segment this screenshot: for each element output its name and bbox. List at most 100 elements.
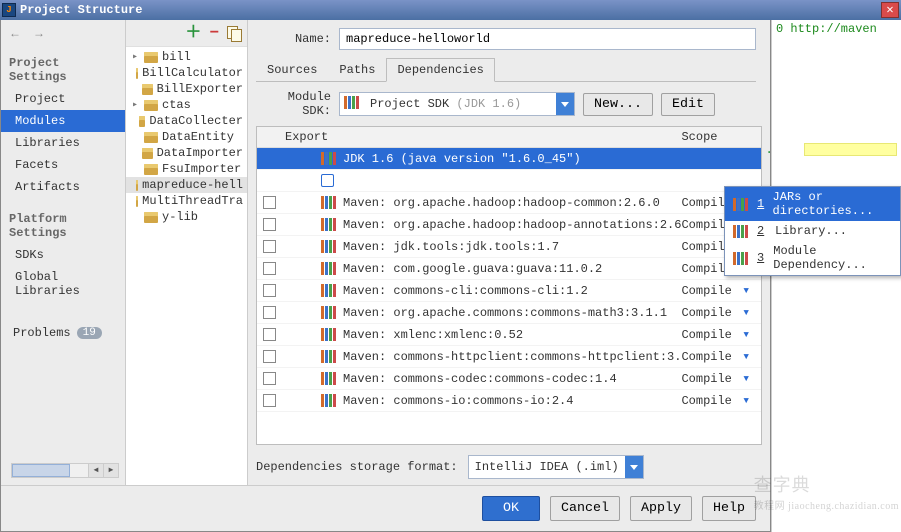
expand-icon[interactable]: ▸ bbox=[130, 99, 140, 111]
expand-icon[interactable]: ▸ bbox=[130, 51, 140, 63]
dependencies-table: Export Scope JDK 1.6 (java version "1.6.… bbox=[256, 126, 762, 445]
menu-item-library-[interactable]: 2Library... bbox=[725, 221, 900, 241]
module-BillExporter[interactable]: BillExporter bbox=[126, 81, 247, 97]
export-checkbox[interactable] bbox=[263, 196, 276, 209]
cancel-button[interactable]: Cancel bbox=[550, 496, 620, 521]
remove-module-icon[interactable]: − bbox=[209, 24, 219, 42]
nav-item-project[interactable]: Project bbox=[1, 88, 125, 110]
module-BillCalculator[interactable]: BillCalculator bbox=[126, 65, 247, 81]
scroll-right-icon[interactable]: ▸ bbox=[103, 464, 118, 477]
add-module-icon[interactable]: ＋ bbox=[185, 27, 201, 39]
edit-sdk-button[interactable]: Edit bbox=[661, 93, 715, 116]
leftnav-scrollbar[interactable]: ◂ ▸ bbox=[11, 463, 119, 478]
module-FsuImporter[interactable]: FsuImporter bbox=[126, 161, 247, 177]
library-icon bbox=[321, 196, 337, 209]
folder-icon bbox=[139, 116, 146, 127]
module-MultiThreadTra[interactable]: MultiThreadTra bbox=[126, 193, 247, 209]
export-checkbox[interactable] bbox=[263, 328, 276, 341]
back-icon[interactable]: ← bbox=[7, 26, 23, 42]
module-y-lib[interactable]: y-lib bbox=[126, 209, 247, 225]
chevron-down-icon[interactable] bbox=[556, 93, 574, 115]
new-sdk-button[interactable]: New... bbox=[583, 93, 653, 116]
export-checkbox[interactable] bbox=[263, 262, 276, 275]
table-row[interactable]: JDK 1.6 (java version "1.6.0_45") bbox=[257, 148, 761, 170]
module-bill[interactable]: ▸bill bbox=[126, 49, 247, 65]
module-DataCollecter[interactable]: DataCollecter bbox=[126, 113, 247, 129]
chevron-down-icon[interactable] bbox=[625, 456, 643, 478]
export-checkbox[interactable] bbox=[263, 372, 276, 385]
scroll-left-icon[interactable]: ◂ bbox=[88, 464, 103, 477]
table-row[interactable]: Maven: xmlenc:xmlenc:0.52Compile▼ bbox=[257, 324, 761, 346]
scrollbar-thumb[interactable] bbox=[12, 464, 70, 477]
nav-item-facets[interactable]: Facets bbox=[1, 154, 125, 176]
section-platform-settings: Platform Settings bbox=[1, 208, 125, 244]
table-row[interactable]: Maven: org.apache.hadoop:hadoop-common:2… bbox=[257, 192, 761, 214]
table-row[interactable]: Maven: commons-httpclient:commons-httpcl… bbox=[257, 346, 761, 368]
module-mapreduce-hell[interactable]: mapreduce-hell bbox=[126, 177, 247, 193]
help-button[interactable]: Help bbox=[702, 496, 756, 521]
library-icon bbox=[321, 306, 337, 319]
add-dependency-icon[interactable]: ＋ bbox=[766, 148, 770, 160]
url-panel: 0 http://maven bbox=[771, 20, 899, 532]
copy-module-icon[interactable] bbox=[227, 26, 241, 40]
library-icon bbox=[321, 328, 337, 341]
table-row[interactable]: Maven: commons-codec:commons-codec:1.4Co… bbox=[257, 368, 761, 390]
nav-item-sdks[interactable]: SDKs bbox=[1, 244, 125, 266]
nav-item-libraries[interactable]: Libraries bbox=[1, 132, 125, 154]
add-dependency-menu: 1JARs or directories...2Library...3Modul… bbox=[724, 186, 901, 276]
folder-icon bbox=[136, 196, 138, 207]
table-row[interactable]: Maven: commons-cli:commons-cli:1.2Compil… bbox=[257, 280, 761, 302]
folder-icon bbox=[144, 132, 158, 143]
module-sdk-combo[interactable]: Project SDK (JDK 1.6) bbox=[339, 92, 575, 116]
module-ctas[interactable]: ▸ctas bbox=[126, 97, 247, 113]
menu-item-jars-or-directories-[interactable]: 1JARs or directories... bbox=[725, 187, 900, 221]
folder-icon bbox=[144, 164, 158, 175]
folder-icon bbox=[144, 52, 158, 63]
export-checkbox[interactable] bbox=[263, 284, 276, 297]
tab-sources[interactable]: Sources bbox=[256, 58, 328, 81]
tab-paths[interactable]: Paths bbox=[328, 58, 386, 81]
tab-dependencies[interactable]: Dependencies bbox=[386, 58, 494, 82]
table-row[interactable] bbox=[257, 170, 761, 192]
folder-icon bbox=[144, 212, 158, 223]
export-checkbox[interactable] bbox=[263, 394, 276, 407]
table-row[interactable]: Maven: jdk.tools:jdk.tools:1.7Compile▼ bbox=[257, 236, 761, 258]
storage-format-combo[interactable]: IntelliJ IDEA (.iml) bbox=[468, 455, 644, 479]
table-row[interactable]: Maven: org.apache.hadoop:hadoop-annotati… bbox=[257, 214, 761, 236]
table-row[interactable]: Maven: org.apache.commons:commons-math3:… bbox=[257, 302, 761, 324]
folder-icon bbox=[136, 180, 138, 191]
table-row[interactable]: Maven: com.google.guava:guava:11.0.2Comp… bbox=[257, 258, 761, 280]
export-checkbox[interactable] bbox=[263, 218, 276, 231]
apply-button[interactable]: Apply bbox=[630, 496, 692, 521]
table-header: Export Scope bbox=[257, 127, 761, 148]
library-icon bbox=[321, 394, 337, 407]
titlebar: J Project Structure ✕ bbox=[0, 0, 901, 20]
problems-badge: 19 bbox=[77, 327, 102, 339]
storage-label: Dependencies storage format: bbox=[256, 460, 458, 474]
menu-item-module-dependency-[interactable]: 3Module Dependency... bbox=[725, 241, 900, 275]
dependency-actions: ＋ − ▲ ▼ ✎ bbox=[766, 126, 770, 445]
library-icon bbox=[321, 372, 337, 385]
col-scope[interactable]: Scope bbox=[681, 127, 743, 147]
highlight-bar bbox=[804, 143, 897, 156]
nav-item-modules[interactable]: Modules bbox=[1, 110, 125, 132]
export-checkbox[interactable] bbox=[263, 240, 276, 253]
module-tabs: SourcesPathsDependencies bbox=[256, 58, 756, 82]
nav-item-artifacts[interactable]: Artifacts bbox=[1, 176, 125, 198]
export-checkbox[interactable] bbox=[263, 350, 276, 363]
export-checkbox[interactable] bbox=[263, 306, 276, 319]
library-icon bbox=[733, 198, 749, 211]
window-title: Project Structure bbox=[20, 3, 881, 17]
left-nav: ← → Project Settings ProjectModulesLibra… bbox=[1, 20, 126, 485]
module-DataEntity[interactable]: DataEntity bbox=[126, 129, 247, 145]
library-icon bbox=[733, 225, 749, 238]
module-DataImporter[interactable]: DataImporter bbox=[126, 145, 247, 161]
module-name-input[interactable] bbox=[339, 28, 756, 50]
table-row[interactable]: Maven: commons-io:commons-io:2.4Compile▼ bbox=[257, 390, 761, 412]
nav-problems-label[interactable]: Problems bbox=[13, 326, 71, 340]
ok-button[interactable]: OK bbox=[482, 496, 540, 521]
close-icon[interactable]: ✕ bbox=[881, 2, 899, 18]
col-export[interactable]: Export bbox=[281, 127, 341, 147]
nav-item-global-libraries[interactable]: Global Libraries bbox=[1, 266, 125, 302]
forward-icon[interactable]: → bbox=[31, 26, 47, 42]
